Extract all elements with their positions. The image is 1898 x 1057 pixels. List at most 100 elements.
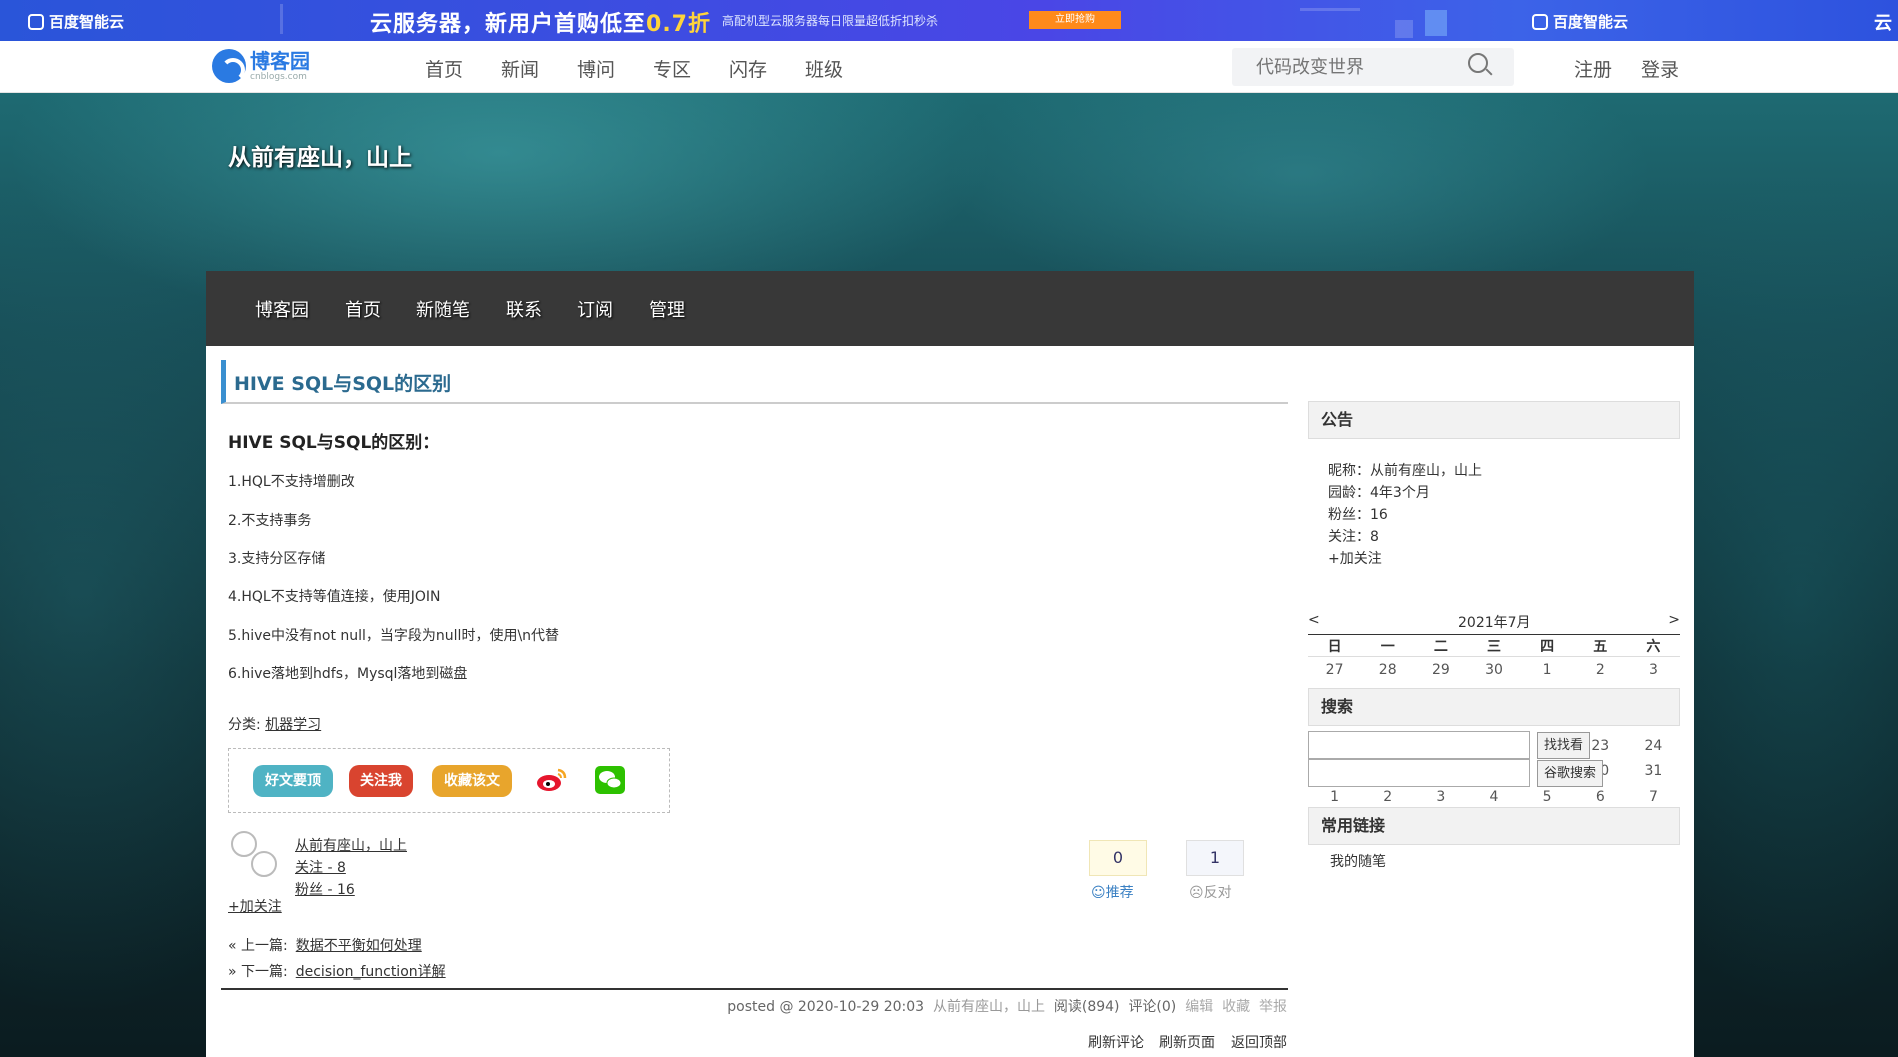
calendar-day[interactable]: 7 (1627, 784, 1680, 810)
recommend-post-button[interactable]: 好文要顶 (253, 765, 333, 797)
calendar-month: 2021年7月 (1458, 615, 1531, 631)
login-link[interactable]: 登录 (1641, 55, 1679, 82)
blog-nav-contact[interactable]: 联系 (506, 296, 542, 322)
logo-text: 博客园 (250, 49, 310, 73)
calendar-day[interactable]: 29 (1414, 657, 1467, 683)
search-button[interactable]: 找找看 (1537, 732, 1591, 759)
post-footer-divider (221, 988, 1288, 990)
post-title[interactable]: HIVE SQL与SQL的区别 (234, 369, 451, 396)
calendar-weekday: 五 (1573, 634, 1627, 657)
follow-author-link[interactable]: +加关注 (228, 896, 282, 916)
footer-author-link[interactable]: 从前有座山，山上 (933, 999, 1045, 1015)
calendar-week: 1234567 (1308, 784, 1680, 810)
nav-questions[interactable]: 博问 (577, 55, 653, 82)
profile-following-link[interactable]: 8 (1370, 529, 1379, 545)
calendar-weekdays: 日一二三四五六 (1308, 634, 1680, 657)
weibo-icon[interactable] (536, 766, 568, 794)
calendar-day[interactable]: 6 (1574, 784, 1627, 810)
calendar-day[interactable]: 27 (1308, 657, 1361, 683)
site-nav: 首页 新闻 博问 专区 闪存 班级 (425, 55, 881, 82)
author-avatar[interactable] (230, 830, 280, 880)
calendar-day[interactable]: 4 (1467, 784, 1520, 810)
calendar-weekday: 四 (1520, 634, 1574, 657)
nav-class[interactable]: 班级 (805, 55, 881, 82)
post-paragraph: 5.hive中没有not null，当字段为null时，使用\n代替 (228, 628, 560, 644)
ad-buy-button[interactable]: 立即抢购 (1029, 11, 1121, 29)
google-search-button[interactable]: 谷歌搜索 (1537, 760, 1604, 787)
bury-button[interactable]: ☹反对 (1189, 882, 1232, 902)
refresh-page-link[interactable]: 刷新页面 (1159, 1032, 1215, 1052)
collect-link[interactable]: 收藏 (1222, 999, 1250, 1015)
back-to-top-link[interactable]: 返回顶部 (1231, 1032, 1287, 1052)
blog-nav-subscribe[interactable]: 订阅 (577, 296, 613, 322)
prev-post: « 上一篇: 数据不平衡如何处理 (228, 935, 422, 955)
digg-button[interactable]: ☺推荐 (1091, 882, 1134, 902)
category-link[interactable]: 机器学习 (265, 717, 321, 733)
blog-nav-admin[interactable]: 管理 (649, 296, 685, 322)
blog-nav-home[interactable]: 首页 (345, 296, 381, 322)
author-name-link[interactable]: 从前有座山，山上 (295, 835, 407, 855)
nav-flash[interactable]: 闪存 (729, 55, 805, 82)
blog-search-input[interactable] (1308, 731, 1530, 759)
my-posts-link[interactable]: 我的随笔 (1330, 851, 1386, 871)
nav-news[interactable]: 新闻 (501, 55, 577, 82)
search-icon[interactable] (1468, 53, 1488, 73)
calendar-day[interactable]: 2 (1574, 657, 1627, 683)
calendar-day[interactable]: 1 (1521, 657, 1574, 683)
calendar-next-button[interactable]: > (1668, 612, 1680, 628)
calendar-prev-button[interactable]: < (1308, 612, 1320, 628)
register-link[interactable]: 注册 (1574, 55, 1612, 82)
post-title-bar: HIVE SQL与SQL的区别 (221, 360, 1288, 404)
calendar-day[interactable]: 30 (1467, 657, 1520, 683)
follow-me-button[interactable]: 关注我 (349, 765, 413, 797)
cnblogs-logo-icon (212, 49, 246, 83)
digg-label: 推荐 (1105, 885, 1134, 901)
cloud-logo-icon (1532, 13, 1548, 30)
calendar-day[interactable]: 1 (1308, 784, 1361, 810)
thumb-down-icon: ☹ (1189, 885, 1204, 901)
calendar-day[interactable]: 24 (1627, 733, 1680, 759)
blog-nav-new-post[interactable]: 新随笔 (416, 296, 470, 322)
digg-count[interactable]: 0 (1089, 840, 1147, 876)
next-post-link[interactable]: decision_function详解 (296, 964, 446, 980)
nav-home[interactable]: 首页 (425, 55, 501, 82)
calendar-weekday: 一 (1361, 634, 1415, 657)
calendar-day[interactable]: 2 (1361, 784, 1414, 810)
calendar-day[interactable]: 5 (1521, 784, 1574, 810)
profile-nickname: 昵称：从前有座山，山上 (1328, 460, 1482, 480)
cnblogs-logo[interactable]: 博客园 cnblogs.com (212, 49, 310, 83)
profile-followers-link[interactable]: 16 (1370, 507, 1388, 523)
site-search-input[interactable] (1232, 48, 1462, 86)
category-label: 分类: (228, 717, 261, 733)
post-paragraph: 2.不支持事务 (228, 513, 312, 529)
nav-zone[interactable]: 专区 (653, 55, 729, 82)
ad-subtitle: 高配机型云服务器每日限量超低折扣秒杀 (722, 14, 939, 28)
google-search-input[interactable] (1308, 759, 1530, 787)
next-post: » 下一篇: decision_function详解 (228, 961, 446, 981)
calendar-day[interactable]: 28 (1361, 657, 1414, 683)
calendar-day[interactable]: 3 (1414, 784, 1467, 810)
profile-nickname-link[interactable]: 从前有座山，山上 (1370, 463, 1482, 479)
prev-post-link[interactable]: 数据不平衡如何处理 (296, 938, 422, 954)
post-comments[interactable]: 评论(0) (1128, 999, 1176, 1015)
wechat-icon[interactable] (595, 766, 625, 794)
sidebar-follow-link[interactable]: +加关注 (1328, 548, 1382, 568)
author-followers-link[interactable]: 粉丝 - 16 (295, 879, 355, 899)
edit-link[interactable]: 编辑 (1185, 999, 1213, 1015)
report-link[interactable]: 举报 (1259, 999, 1287, 1015)
profile-age-link[interactable]: 4年3个月 (1370, 485, 1430, 501)
collect-post-button[interactable]: 收藏该文 (432, 765, 512, 797)
calendar-day[interactable]: 31 (1627, 759, 1680, 785)
author-following-link[interactable]: 关注 - 8 (295, 857, 346, 877)
baidu-cloud-logo-right: 百度智能云 (1532, 11, 1628, 32)
blog-nav-cnblogs[interactable]: 博客园 (255, 296, 309, 322)
ad-banner[interactable]: 百度智能云 云服务器，新用户首购低至0.7折 高配机型云服务器每日限量超低折扣秒… (0, 0, 1898, 41)
banner-decoration (280, 4, 283, 34)
cloud-logo-icon (28, 13, 44, 30)
share-box: 好文要顶 关注我 收藏该文 (228, 748, 670, 813)
calendar-day[interactable]: 3 (1627, 657, 1680, 683)
bury-count[interactable]: 1 (1186, 840, 1244, 876)
blog-title[interactable]: 从前有座山，山上 (228, 138, 412, 172)
refresh-comments-link[interactable]: 刷新评论 (1088, 1032, 1144, 1052)
baidu-cloud-logo: 百度智能云 (28, 11, 124, 32)
